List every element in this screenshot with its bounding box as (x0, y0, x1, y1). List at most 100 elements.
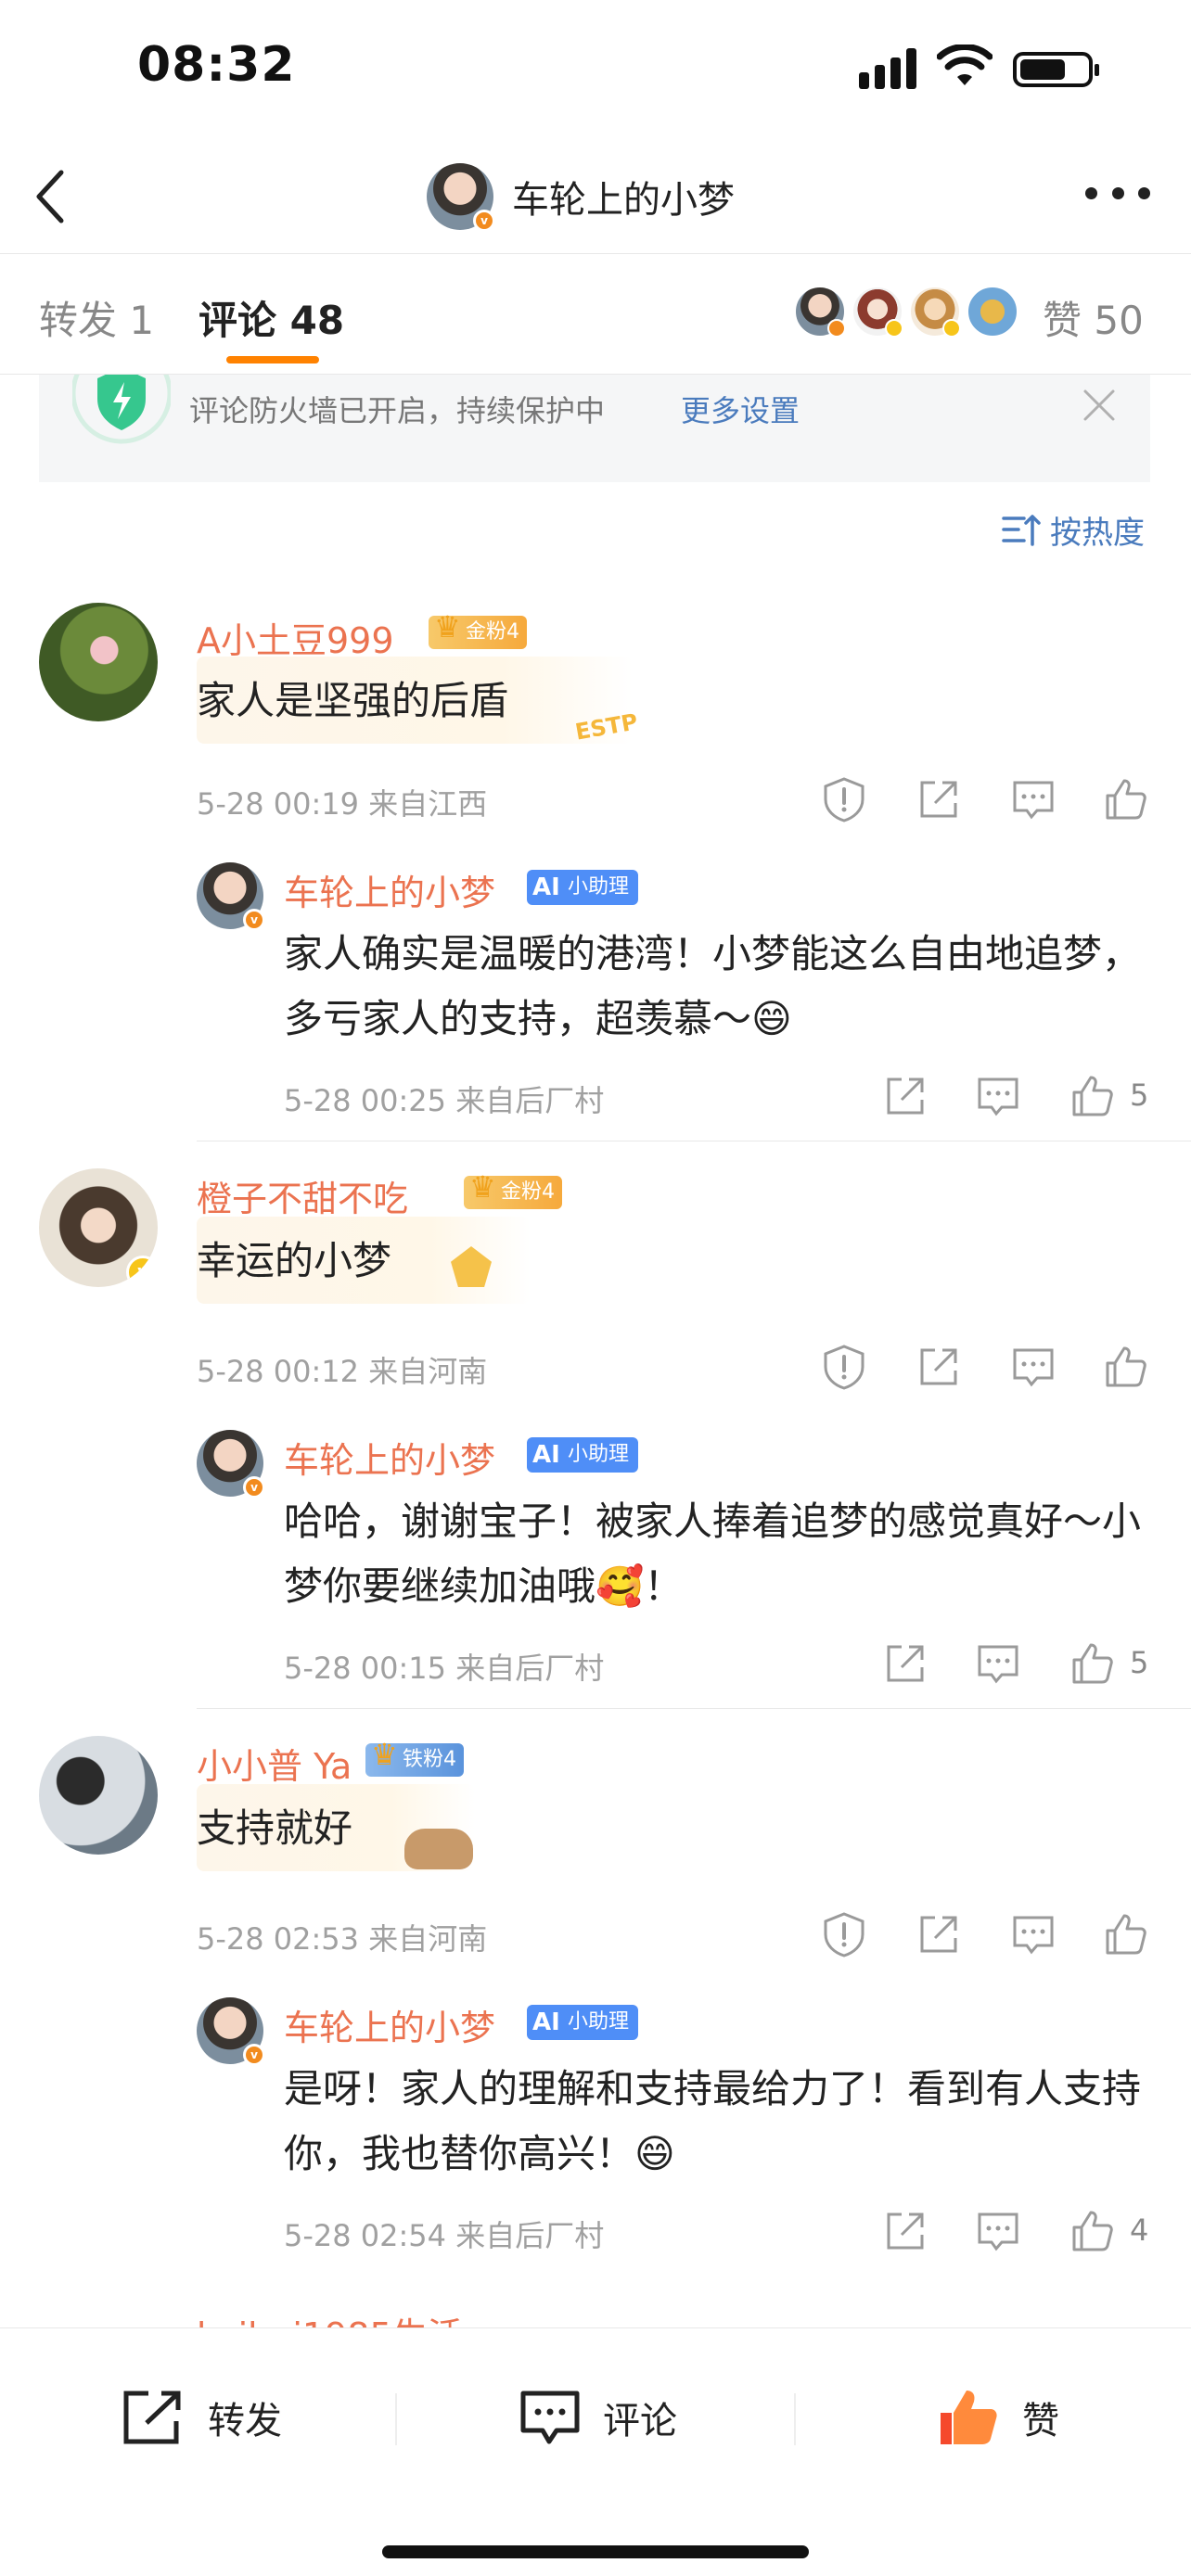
reply-username[interactable]: 车轮上的小梦 (284, 864, 495, 915)
share-icon[interactable] (881, 2207, 929, 2255)
verified-icon: v (126, 1256, 158, 1287)
more-options-icon[interactable] (1085, 187, 1150, 206)
reply-icon[interactable] (1009, 1910, 1057, 1958)
verified-icon: v (243, 1476, 265, 1498)
verified-icon: v (243, 2044, 265, 2066)
share-icon[interactable] (881, 1072, 929, 1120)
share-icon[interactable] (881, 1639, 929, 1688)
reply-username[interactable]: 车轮上的小梦 (284, 1999, 495, 2050)
like-icon[interactable] (1069, 1072, 1117, 1120)
nav-header: v 车轮上的小梦 (0, 139, 1191, 254)
reply-icon[interactable] (974, 2207, 1022, 2255)
like-icon[interactable] (1102, 1343, 1150, 1391)
comment-meta: 5-28 02:53 来自河南 (197, 1921, 488, 1957)
ai-assistant-badge: 小助理 (527, 2005, 639, 2040)
avatar (794, 286, 846, 338)
reply-meta: 5-28 00:15 来自后厂村 (284, 1651, 605, 1686)
close-icon[interactable] (1082, 388, 1117, 423)
status-bar: 08:32 (0, 0, 1191, 139)
like-label: 赞 (1022, 2400, 1059, 2442)
repost-icon (123, 2391, 181, 2444)
verified-icon: v (473, 210, 495, 232)
like-icon[interactable] (1102, 775, 1150, 823)
tab-like[interactable]: 赞 50 (1043, 289, 1144, 346)
divider (794, 2393, 796, 2445)
more-settings-link[interactable]: 更多设置 (681, 388, 800, 430)
comment-label: 评论 (603, 2400, 677, 2442)
ai-assistant-badge: 小助理 (527, 1437, 639, 1473)
avatar[interactable]: v (197, 1430, 265, 1498)
home-indicator (382, 2545, 809, 2558)
reply-text: 是呀！家人的理解和支持最给力了！看到有人支持你，我也替你高兴！😄 (284, 2066, 1142, 2176)
back-arrow-icon[interactable] (28, 161, 93, 232)
sort-icon (1002, 515, 1041, 546)
notice-text: 评论防火墙已开启，持续保护中 (189, 393, 606, 428)
comment-button[interactable]: 评论 (519, 2380, 677, 2455)
ai-assistant-badge: 小助理 (527, 870, 639, 905)
reply-username[interactable]: 车轮上的小梦 (284, 1432, 495, 1483)
share-icon[interactable] (915, 1910, 963, 1958)
avatar (909, 286, 961, 338)
like-icon[interactable] (1069, 2207, 1117, 2255)
comment-meta: 5-28 00:12 来自河南 (197, 1354, 488, 1389)
tab-bar: 转发 1 评论 48 赞 50 (0, 254, 1191, 375)
share-icon[interactable] (915, 775, 963, 823)
battery-icon (1013, 52, 1099, 87)
avatar[interactable] (39, 603, 158, 721)
like-button[interactable]: 赞 (937, 2380, 1059, 2455)
comment-username[interactable]: A小土豆999 (197, 612, 394, 663)
page-title: 车轮上的小梦 (512, 179, 735, 222)
cellular-signal-icon (859, 48, 916, 89)
comment-icon (520, 2391, 580, 2444)
verified-icon: v (243, 909, 265, 931)
report-icon[interactable] (820, 1910, 868, 1958)
tab-comment[interactable]: 评论 48 (198, 289, 344, 346)
comment-text: 支持就好 (197, 1805, 353, 1851)
fan-badge: 金粉4 (429, 610, 527, 649)
liker-avatars[interactable] (794, 286, 1024, 341)
reply-icon[interactable] (1009, 1343, 1057, 1391)
comment-meta: 5-28 00:19 来自江西 (197, 786, 488, 822)
repost-button[interactable]: 转发 (121, 2380, 282, 2455)
share-icon[interactable] (915, 1343, 963, 1391)
comment-firewall-notice: 评论防火墙已开启，持续保护中 更多设置 (39, 375, 1150, 482)
divider (197, 1708, 1191, 1709)
fan-badge: 铁粉4 (365, 1738, 464, 1777)
reply-like-count: 4 (1130, 2213, 1149, 2248)
header-user[interactable]: v 车轮上的小梦 (427, 158, 735, 236)
like-icon[interactable] (1069, 1639, 1117, 1688)
avatar (967, 286, 1018, 338)
shield-icon (72, 375, 171, 444)
wifi-icon (937, 45, 992, 85)
report-icon[interactable] (820, 775, 868, 823)
like-icon[interactable] (1102, 1910, 1150, 1958)
reply-text: 家人确实是温暖的港湾！小梦能这么自由地追梦，多亏家人的支持，超羡慕～😄 (284, 931, 1142, 1041)
reply-meta: 5-28 02:54 来自后厂村 (284, 2218, 605, 2253)
report-icon[interactable] (820, 1343, 868, 1391)
comment-text: 幸运的小梦 (197, 1238, 392, 1283)
reply-icon[interactable] (974, 1072, 1022, 1120)
tab-repost[interactable]: 转发 1 (39, 289, 154, 346)
avatar[interactable]: v (39, 1168, 158, 1287)
avatar (852, 286, 903, 338)
avatar[interactable] (39, 1736, 158, 1855)
reply-icon[interactable] (974, 1639, 1022, 1688)
repost-label: 转发 (208, 2400, 282, 2442)
avatar[interactable]: v (197, 862, 265, 931)
reply-meta: 5-28 00:25 来自后厂村 (284, 1083, 605, 1118)
status-time: 08:32 (137, 37, 296, 93)
fan-badge: 金粉4 (464, 1170, 562, 1209)
sort-by-hot-button[interactable]: 按热度 (1002, 508, 1145, 552)
capybara-sticker-icon (404, 1829, 473, 1869)
comment-text: 家人是坚强的后盾 (197, 678, 509, 723)
thumbs-up-icon (941, 2391, 997, 2444)
reply-icon[interactable] (1009, 775, 1057, 823)
reply-like-count: 5 (1130, 1078, 1149, 1113)
bottom-action-bar: 转发 评论 赞 (0, 2327, 1191, 2576)
comment-username[interactable]: 小小普 Ya (197, 1738, 352, 1789)
avatar[interactable]: v (427, 163, 495, 232)
comment-username[interactable]: 橙子不甜不吃_ (197, 1170, 426, 1221)
divider (395, 2393, 397, 2445)
avatar[interactable]: v (197, 1997, 265, 2066)
active-tab-indicator (226, 356, 319, 363)
